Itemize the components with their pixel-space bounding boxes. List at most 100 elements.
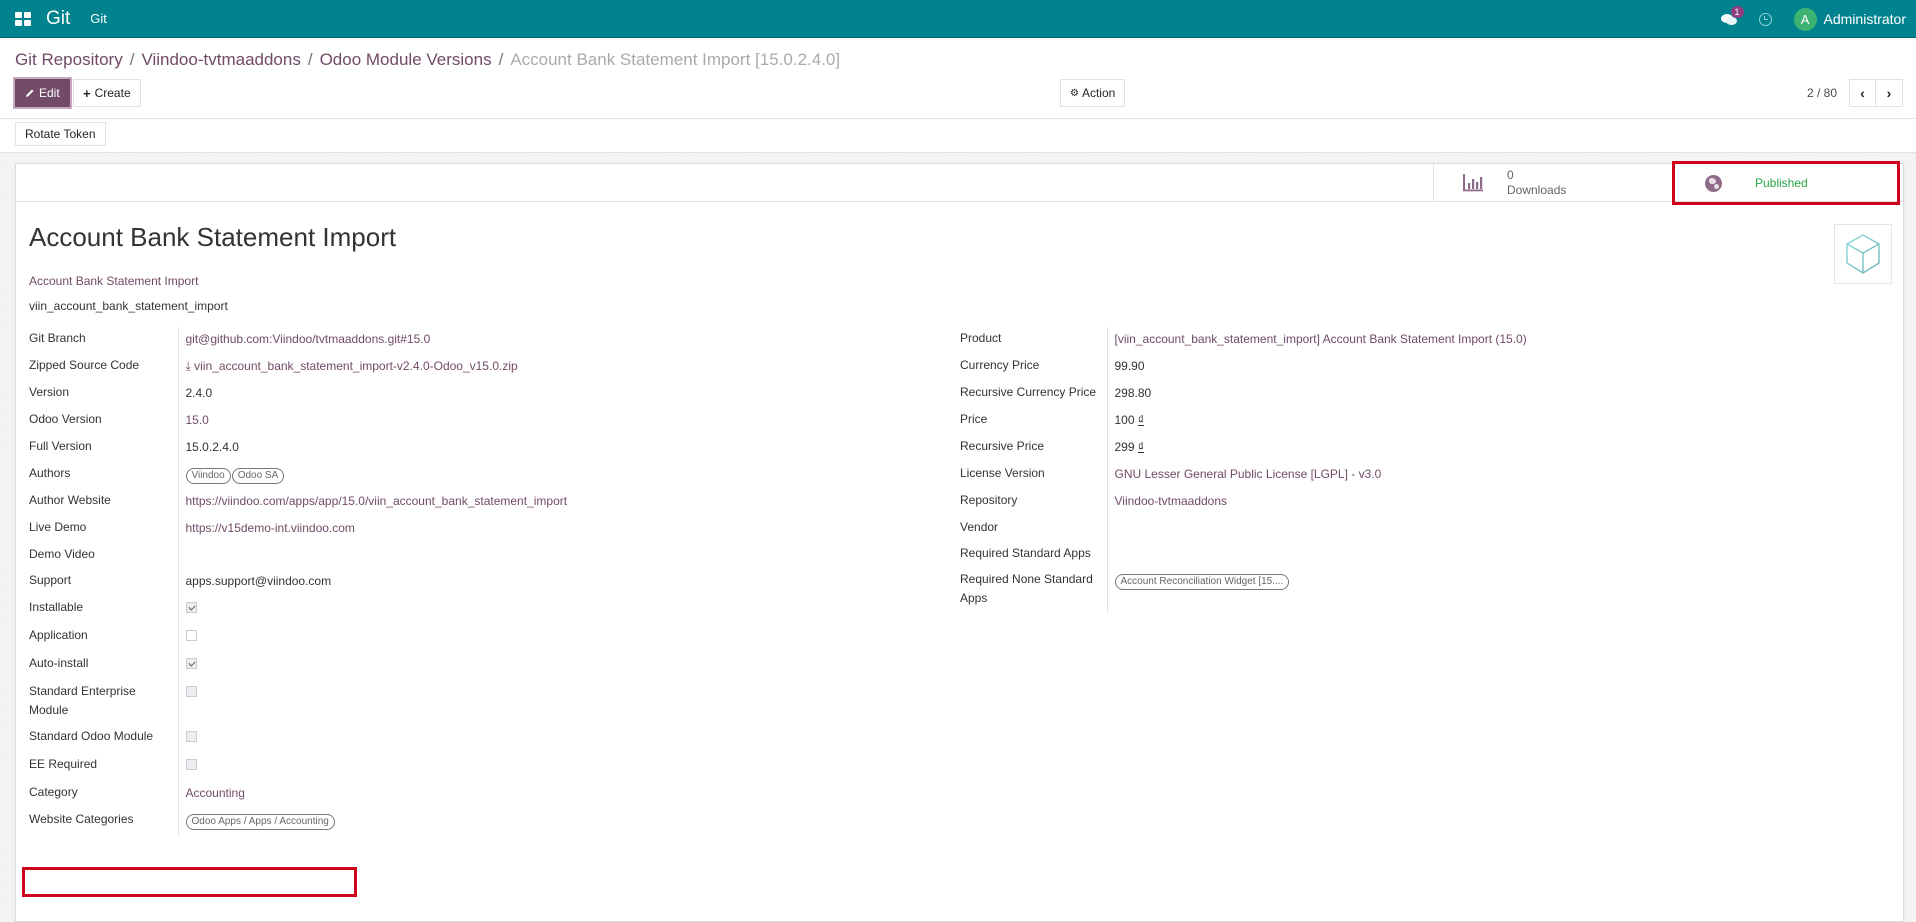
label-price: Price bbox=[960, 408, 1107, 435]
label-repository: Repository bbox=[960, 489, 1107, 516]
gear-icon: ⚙ bbox=[1070, 88, 1079, 99]
ee-required-checkbox[interactable] bbox=[186, 759, 197, 770]
field-authors: Authors ViindooOdoo SA bbox=[29, 462, 567, 489]
label-recursive-currency-price: Recursive Currency Price bbox=[960, 381, 1107, 408]
field-application: Application bbox=[29, 624, 567, 652]
label-category: Category bbox=[29, 781, 178, 808]
field-recursive-price: Recursive Price 299 ₫ bbox=[960, 435, 1527, 462]
user-avatar[interactable]: A bbox=[1794, 8, 1817, 31]
download-icon: ⤓ bbox=[186, 359, 195, 373]
label-required-standard-apps: Required Standard Apps bbox=[960, 542, 1107, 568]
zipped-source-download-link[interactable]: ⤓ viin_account_bank_statement_import-v2.… bbox=[186, 359, 518, 373]
label-required-none-standard-apps: Required None Standard Apps bbox=[960, 568, 1107, 613]
pager-value[interactable]: 2 / 80 bbox=[1807, 86, 1837, 100]
author-tag[interactable]: Viindoo bbox=[186, 468, 231, 484]
edit-button[interactable]: Edit bbox=[15, 79, 70, 107]
form-sheet: 0 Downloads Published Account Bank State… bbox=[15, 163, 1904, 922]
installable-checkbox[interactable] bbox=[186, 602, 197, 613]
application-checkbox[interactable] bbox=[186, 630, 197, 641]
pager-next-button[interactable]: › bbox=[1876, 79, 1903, 107]
field-recursive-currency-price: Recursive Currency Price 298.80 bbox=[960, 381, 1527, 408]
field-currency-price: Currency Price 99.90 bbox=[960, 354, 1527, 381]
action-button[interactable]: ⚙ Action bbox=[1060, 79, 1125, 107]
user-menu[interactable]: Administrator bbox=[1824, 11, 1906, 27]
module-image[interactable] bbox=[1834, 224, 1892, 284]
author-tag[interactable]: Odoo SA bbox=[232, 468, 285, 484]
published-toggle-button[interactable]: Published bbox=[1672, 161, 1900, 205]
full-version-value: 15.0.2.4.0 bbox=[178, 435, 567, 462]
module-display-name[interactable]: Account Bank Statement Import bbox=[29, 274, 198, 288]
label-standard-odoo: Standard Odoo Module bbox=[29, 725, 178, 753]
label-demo-video: Demo Video bbox=[29, 543, 178, 569]
website-category-tag[interactable]: Odoo Apps / Apps / Accounting bbox=[186, 814, 335, 830]
odoo-version-link[interactable]: 15.0 bbox=[186, 413, 209, 427]
label-currency-price: Currency Price bbox=[960, 354, 1107, 381]
notification-badge: 1 bbox=[1731, 6, 1744, 18]
field-demo-video: Demo Video bbox=[29, 543, 567, 569]
downloads-count: 0 bbox=[1507, 168, 1566, 183]
pager-previous-button[interactable]: ‹ bbox=[1849, 79, 1876, 107]
category-link[interactable]: Accounting bbox=[186, 786, 245, 800]
demo-video-value bbox=[178, 543, 567, 569]
field-installable: Installable bbox=[29, 596, 567, 624]
standard-odoo-checkbox[interactable] bbox=[186, 731, 197, 742]
app-brand[interactable]: Git bbox=[46, 8, 70, 30]
field-repository: Repository Viindoo-tvtmaaddons bbox=[960, 489, 1527, 516]
breadcrumb-git-repository[interactable]: Git Repository bbox=[15, 50, 123, 69]
activity-clock-icon[interactable] bbox=[1759, 13, 1772, 26]
auto-install-checkbox[interactable] bbox=[186, 658, 197, 669]
breadcrumb-repository[interactable]: Viindoo-tvtmaaddons bbox=[141, 50, 300, 69]
version-value: 2.4.0 bbox=[178, 381, 567, 408]
field-full-version: Full Version 15.0.2.4.0 bbox=[29, 435, 567, 462]
breadcrumb-separator: / bbox=[499, 50, 504, 69]
breadcrumb-separator: / bbox=[308, 50, 313, 69]
zipped-source-filename: viin_account_bank_statement_import-v2.4.… bbox=[194, 359, 518, 373]
standard-enterprise-checkbox[interactable] bbox=[186, 686, 197, 697]
downloads-stat-button[interactable]: 0 Downloads bbox=[1433, 164, 1669, 202]
field-odoo-version: Odoo Version 15.0 bbox=[29, 408, 567, 435]
cube-icon bbox=[1844, 233, 1882, 275]
author-website-link[interactable]: https://viindoo.com/apps/app/15.0/viin_a… bbox=[186, 494, 568, 508]
field-ee-required: EE Required bbox=[29, 753, 567, 781]
apps-menu-icon[interactable] bbox=[15, 12, 31, 26]
license-version-link[interactable]: GNU Lesser General Public License [LGPL]… bbox=[1115, 467, 1382, 481]
breadcrumb: Git Repository / Viindoo-tvtmaaddons / Odoo … bbox=[15, 50, 840, 70]
product-link[interactable]: [viin_account_bank_statement_import] Acc… bbox=[1115, 332, 1527, 346]
label-ee-required: EE Required bbox=[29, 753, 178, 781]
breadcrumb-current: Account Bank Statement Import [15.0.2.4.… bbox=[510, 50, 840, 69]
messaging-icon[interactable]: 1 bbox=[1721, 12, 1739, 26]
record-title[interactable]: Account Bank Statement Import bbox=[29, 222, 396, 253]
support-email[interactable]: apps.support@viindoo.com bbox=[178, 569, 567, 596]
repository-link[interactable]: Viindoo-tvtmaaddons bbox=[1115, 494, 1228, 508]
label-support: Support bbox=[29, 569, 178, 596]
label-standard-enterprise: Standard Enterprise Module bbox=[29, 680, 178, 725]
git-branch-link[interactable]: git@github.com:Viindoo/tvtmaaddons.git#1… bbox=[186, 332, 431, 346]
rotate-token-button[interactable]: Rotate Token bbox=[15, 122, 106, 146]
edit-label: Edit bbox=[39, 86, 60, 100]
currency-price-value: 99.90 bbox=[1107, 354, 1527, 381]
menu-item-git[interactable]: Git bbox=[90, 11, 107, 26]
breadcrumb-module-versions[interactable]: Odoo Module Versions bbox=[320, 50, 492, 69]
field-author-website: Author Website https://viindoo.com/apps/… bbox=[29, 489, 567, 516]
field-standard-odoo: Standard Odoo Module bbox=[29, 725, 567, 753]
recursive-price-currency-symbol: ₫ bbox=[1138, 440, 1144, 454]
field-support: Support apps.support@viindoo.com bbox=[29, 569, 567, 596]
pencil-icon bbox=[25, 88, 35, 98]
price-amount: 100 bbox=[1115, 413, 1135, 427]
recursive-currency-price-value: 298.80 bbox=[1107, 381, 1527, 408]
label-version: Version bbox=[29, 381, 178, 408]
field-category: Category Accounting bbox=[29, 781, 567, 808]
field-zipped-source: Zipped Source Code ⤓ viin_account_bank_s… bbox=[29, 354, 567, 381]
required-app-tag[interactable]: Account Reconciliation Widget [15.... bbox=[1115, 574, 1290, 590]
label-application: Application bbox=[29, 624, 178, 652]
create-button[interactable]: + Create bbox=[73, 79, 141, 107]
bar-chart-icon bbox=[1462, 174, 1484, 192]
field-required-none-standard-apps: Required None Standard Apps Account Reco… bbox=[960, 568, 1527, 613]
field-product: Product [viin_account_bank_statement_imp… bbox=[960, 327, 1527, 354]
chevron-left-icon: ‹ bbox=[1860, 85, 1865, 101]
field-version: Version 2.4.0 bbox=[29, 381, 567, 408]
live-demo-link[interactable]: https://v15demo-int.viindoo.com bbox=[186, 521, 355, 535]
field-license-version: License Version GNU Lesser General Publi… bbox=[960, 462, 1527, 489]
label-author-website: Author Website bbox=[29, 489, 178, 516]
recursive-price-amount: 299 bbox=[1115, 440, 1135, 454]
